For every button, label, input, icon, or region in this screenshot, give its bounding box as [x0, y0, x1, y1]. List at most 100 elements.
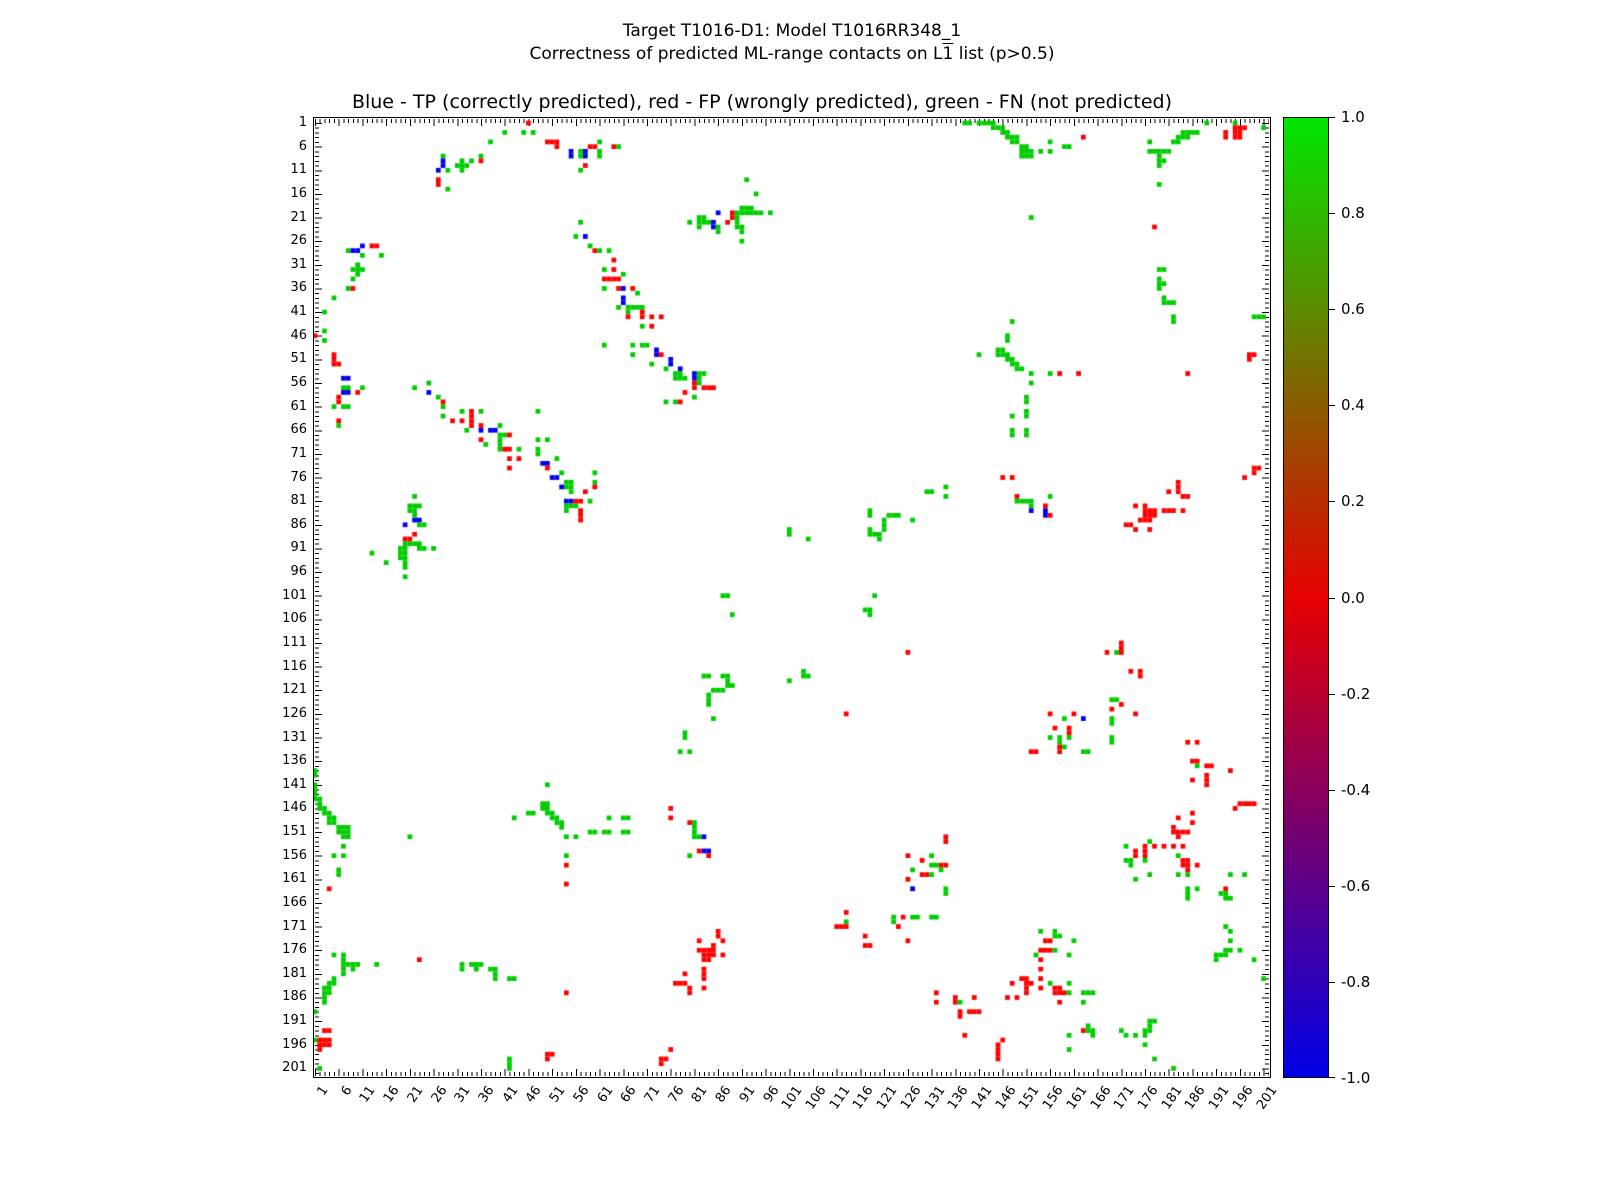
y-tick-label: 126: [282, 705, 307, 721]
y-tick-label: 11: [290, 162, 307, 178]
colorbar-tick-mark: [1329, 1077, 1335, 1078]
x-tick-label: 171: [1111, 1083, 1138, 1113]
y-tick-label: 171: [282, 918, 307, 934]
x-tick-label: 186: [1182, 1083, 1209, 1113]
colorbar-tick-mark: [1329, 309, 1335, 311]
y-tick-label: 31: [290, 256, 307, 272]
x-tick-label: 116: [850, 1083, 877, 1113]
x-tick-label: 111: [826, 1083, 854, 1113]
y-tick-label: 6: [298, 138, 307, 154]
y-tick-label: 166: [282, 894, 307, 910]
plot-area: [313, 117, 1271, 1078]
axes-title-legend: Blue - TP (correctly predicted), red - F…: [351, 91, 1173, 113]
x-tick-label: 56: [570, 1083, 593, 1106]
y-tick-label: 141: [282, 776, 307, 792]
y-tick-label: 201: [282, 1060, 307, 1076]
x-tick-label: 21: [404, 1083, 427, 1106]
y-tick-label: 186: [282, 989, 307, 1005]
x-tick-label: 201: [1253, 1083, 1281, 1113]
x-tick-label: 106: [802, 1083, 830, 1113]
y-tick-label: 66: [290, 422, 307, 438]
y-tick-label: 81: [290, 493, 307, 509]
colorbar-tick-mark: [1329, 981, 1335, 983]
colorbar-tick-label: 0.6: [1341, 300, 1365, 319]
colorbar-tick-mark: [1329, 117, 1335, 118]
y-tick-label: 36: [290, 280, 307, 296]
x-tick-label: 66: [617, 1083, 640, 1106]
y-tick-label: 136: [282, 753, 307, 769]
y-tick-label: 96: [290, 564, 307, 580]
colorbar-tick-mark: [1329, 693, 1335, 695]
y-tick-label: 181: [282, 965, 307, 981]
colorbar-tick-mark: [1329, 885, 1335, 887]
y-tick-label: 161: [282, 871, 307, 887]
y-tick-label: 1: [298, 115, 307, 130]
figure: Target T1016-D1: Model T1016RR348_1 Corr…: [0, 0, 1600, 1200]
colorbar-gradient: [1284, 118, 1328, 1077]
x-tick-label: 101: [779, 1083, 806, 1113]
colorbar-tick-label: 0.2: [1341, 492, 1365, 511]
y-tick-label: 131: [282, 729, 307, 745]
x-tick-label: 181: [1158, 1083, 1186, 1113]
x-tick-label: 36: [475, 1083, 498, 1106]
y-tick-label: 116: [282, 658, 307, 674]
x-tick-label: 126: [897, 1083, 925, 1113]
x-tick-label: 6: [338, 1083, 356, 1099]
x-tick-label: 26: [428, 1083, 451, 1106]
y-tick-label: 16: [290, 185, 307, 201]
y-tick-label: 21: [290, 209, 307, 225]
y-tick-label: 51: [290, 351, 307, 367]
colorbar-tick-label: -0.8: [1341, 972, 1371, 991]
y-tick-label: 191: [282, 1013, 307, 1029]
x-tick-label: 146: [992, 1083, 1020, 1113]
x-tick-label: 191: [1206, 1083, 1233, 1113]
y-tick-label: 71: [290, 445, 307, 461]
x-tick-label: 131: [921, 1083, 949, 1113]
title-line2-prefix: Correctness of predicted ML-range contac…: [529, 44, 943, 64]
y-tick-label: 121: [282, 682, 307, 698]
x-tick-label: 161: [1063, 1083, 1091, 1113]
colorbar-tick-label: -1.0: [1341, 1069, 1371, 1087]
colorbar-tick-label: -0.6: [1341, 876, 1371, 895]
colorbar-tick-label: 0.4: [1341, 396, 1365, 415]
x-tick-label: 11: [357, 1083, 379, 1106]
colorbar-tick-mark: [1329, 597, 1335, 599]
colorbar-tick-mark: [1329, 213, 1335, 215]
x-tick-label: 196: [1229, 1083, 1257, 1113]
colorbar-tick-mark: [1329, 405, 1335, 407]
colorbar-tick-label: -0.4: [1341, 780, 1371, 799]
colorbar-tick-label: 1.0: [1341, 108, 1365, 126]
x-tick-label: 176: [1134, 1083, 1162, 1113]
y-tick-label: 111: [282, 634, 307, 650]
x-tick-label: 71: [641, 1083, 664, 1106]
y-tick-label: 101: [282, 587, 307, 603]
colorbar-tick-label: -0.2: [1341, 684, 1371, 703]
x-tick-label: 46: [523, 1083, 545, 1106]
x-tick-label: 151: [1016, 1083, 1043, 1113]
y-tick-label: 151: [282, 824, 307, 840]
x-tick-label: 1: [314, 1083, 332, 1099]
y-tick-label: 26: [290, 233, 307, 249]
y-tick-label: 196: [282, 1036, 307, 1052]
y-tick-label: 146: [282, 800, 307, 816]
colorbar-tick-label: 0.8: [1341, 204, 1365, 223]
y-tick-label: 91: [290, 540, 307, 556]
y-tick-label: 76: [290, 469, 307, 485]
colorbar-tick-label: 0.0: [1341, 588, 1365, 607]
x-tick-label: 16: [380, 1083, 403, 1106]
x-tick-label: 91: [736, 1083, 759, 1106]
x-tick-label: 136: [945, 1083, 972, 1113]
x-tick-label: 76: [665, 1083, 688, 1106]
x-tick-label: 81: [689, 1083, 711, 1106]
y-tick-label: 61: [290, 398, 307, 414]
y-tick-label: 156: [282, 847, 307, 863]
x-tick-label: 41: [499, 1083, 522, 1106]
y-tick-label: 56: [290, 374, 307, 390]
y-tick-label: 176: [282, 942, 307, 958]
contact-map-canvas: [314, 118, 1270, 1077]
title-line2-suffix: list (p>0.5): [953, 44, 1055, 64]
x-tick-label: 141: [968, 1083, 996, 1113]
x-tick-label: 156: [1040, 1083, 1067, 1113]
colorbar-tick-mark: [1329, 789, 1335, 791]
y-tick-label: 106: [282, 611, 307, 627]
